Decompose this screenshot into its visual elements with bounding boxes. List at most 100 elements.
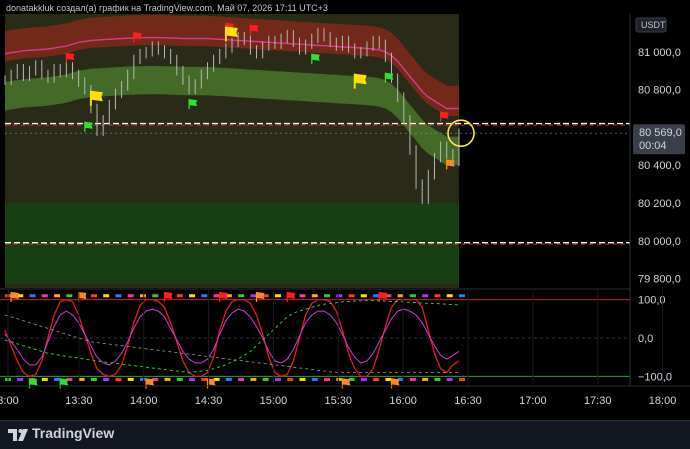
- time-axis-tick: 17:00: [519, 395, 547, 407]
- osc-top-strip: [238, 294, 245, 298]
- osc-top-strip: [311, 294, 318, 298]
- brand-name: TradingView: [32, 425, 115, 441]
- time-axis-tick: 15:30: [325, 395, 353, 407]
- osc-bottom-strip: [41, 377, 48, 381]
- osc-bottom-strip: [250, 377, 257, 381]
- osc-flag-green-bottom-1: [59, 378, 69, 389]
- price-flag-green-3-cloth: [385, 72, 394, 80]
- osc-bottom-strip: [274, 377, 281, 381]
- time-axis-tick: 3:00: [0, 395, 19, 407]
- osc-top-strip: [139, 294, 146, 298]
- osc-bottom-strip: [127, 377, 134, 381]
- osc-flag-orange-bottom-0-cloth: [146, 378, 155, 386]
- lower-green-block: [5, 202, 459, 285]
- price-flag-red-0-cloth: [66, 53, 75, 60]
- osc-top-strip: [189, 294, 196, 298]
- osc-top-strip: [201, 294, 208, 298]
- time-axis-tick: 16:00: [389, 395, 417, 407]
- osc-flag-green-bottom-0: [28, 378, 38, 389]
- osc-top-strip: [348, 294, 355, 298]
- osc-top-strip: [459, 294, 465, 298]
- osc-bottom-strip: [17, 377, 24, 381]
- osc-bottom-strip: [459, 377, 465, 381]
- osc-bottom-strip: [373, 377, 380, 381]
- osc-bottom-strip: [446, 377, 453, 381]
- time-axis-tick: 14:30: [195, 395, 223, 407]
- price-flag-green-0-cloth: [84, 121, 93, 129]
- osc-flag-green-bottom-0-cloth: [29, 378, 38, 386]
- last-price-value: 80 569,0: [639, 127, 682, 139]
- time-axis-tick: 15:00: [260, 395, 288, 407]
- osc-bottom-strip: [287, 377, 294, 381]
- osc-flag-orange-top-0-cloth: [11, 292, 20, 299]
- price-flag-red-3-cloth: [250, 24, 259, 32]
- price-axis-tick: 81 000,0: [638, 47, 681, 59]
- osc-top-strip: [434, 294, 441, 298]
- price-flag-yellow-2-cloth: [354, 73, 367, 85]
- chart-window: 81 000,0 80 800,0 80 400,0 80 200,0 80 000,0…: [0, 0, 690, 449]
- osc-bottom-strip: [262, 377, 269, 381]
- osc-bottom-strip: [90, 377, 97, 381]
- tradingview-logo-icon: [8, 429, 28, 441]
- osc-flag-orange-top-1-cloth: [78, 292, 87, 299]
- osc-top-strip: [127, 294, 134, 298]
- osc-top-strip: [115, 294, 122, 298]
- osc-flag-red-top-0-cloth: [164, 292, 173, 299]
- osc-axis-tick: −100,0: [638, 371, 672, 383]
- price-axis-tick: 80 800,0: [638, 85, 681, 97]
- osc-bottom-strip: [324, 377, 331, 381]
- price-axis-tick: 80 400,0: [638, 160, 681, 172]
- osc-bottom-strip: [115, 377, 122, 381]
- osc-axis-tick: 0,0: [638, 333, 653, 345]
- osc-bottom-strip: [409, 377, 416, 381]
- osc-flag-orange-bottom-0: [145, 378, 155, 389]
- osc-bottom-strip: [360, 377, 367, 381]
- osc-axis-tick: 100,0: [638, 295, 666, 307]
- osc-flag-orange-bottom-2-cloth: [342, 378, 351, 386]
- osc-flag-orange-bottom-3-cloth: [391, 378, 400, 386]
- osc-bottom-strip: [103, 377, 110, 381]
- osc-flag-orange-bottom-3: [390, 378, 400, 389]
- bar-countdown: 00:04: [639, 140, 667, 152]
- osc-top-strip: [373, 294, 380, 298]
- currency-tag: USDT: [641, 20, 666, 30]
- price-flag-green-1-cloth: [189, 99, 198, 107]
- osc-flag-red-top-2-cloth: [287, 292, 296, 299]
- price-flag-red-4-cloth: [440, 111, 449, 119]
- osc-top-strip: [41, 294, 48, 298]
- price-flag-orange-0-cloth: [446, 159, 455, 167]
- price-flag-yellow-1-cloth: [225, 26, 238, 37]
- time-axis-tick: 17:30: [584, 395, 612, 407]
- osc-top-strip: [299, 294, 306, 298]
- osc-bottom-strip: [189, 377, 196, 381]
- osc-top-strip: [324, 294, 331, 298]
- price-flag-yellow-0-cloth: [90, 90, 103, 102]
- osc-top-strip: [250, 294, 257, 298]
- osc-bottom-strip: [225, 377, 232, 381]
- osc-top-strip: [103, 294, 110, 298]
- osc-top-strip: [54, 294, 61, 298]
- osc-flag-orange-top-2-cloth: [256, 292, 265, 299]
- osc-flag-red-top-1-cloth: [219, 292, 228, 299]
- price-axis-tick: 80 200,0: [638, 198, 681, 210]
- osc-bottom-strip: [299, 377, 306, 381]
- time-axis-tick: 14:00: [130, 395, 158, 407]
- osc-bottom-strip: [176, 377, 183, 381]
- osc-top-strip: [409, 294, 416, 298]
- osc-flag-red-top-3-cloth: [379, 292, 388, 299]
- osc-bottom-strip: [238, 377, 245, 381]
- osc-bottom-strip: [78, 377, 85, 381]
- osc-top-strip: [66, 294, 73, 298]
- osc-bottom-strip: [201, 377, 208, 381]
- time-axis-tick: 13:30: [65, 395, 93, 407]
- chart-caption: donatakkluk создал(а) график на TradingV…: [6, 3, 328, 13]
- osc-top-strip: [446, 294, 453, 298]
- osc-flag-green-bottom-1-cloth: [60, 378, 69, 386]
- osc-top-strip: [176, 294, 183, 298]
- osc-bottom-strip: [139, 377, 146, 381]
- price-flag-green-2-cloth: [311, 53, 320, 61]
- price-axis-tick: 79 800,0: [638, 274, 681, 286]
- osc-bottom-strip: [54, 377, 61, 381]
- osc-top-strip: [336, 294, 343, 298]
- chart-canvas[interactable]: 81 000,0 80 800,0 80 400,0 80 200,0 80 000,0…: [0, 0, 690, 420]
